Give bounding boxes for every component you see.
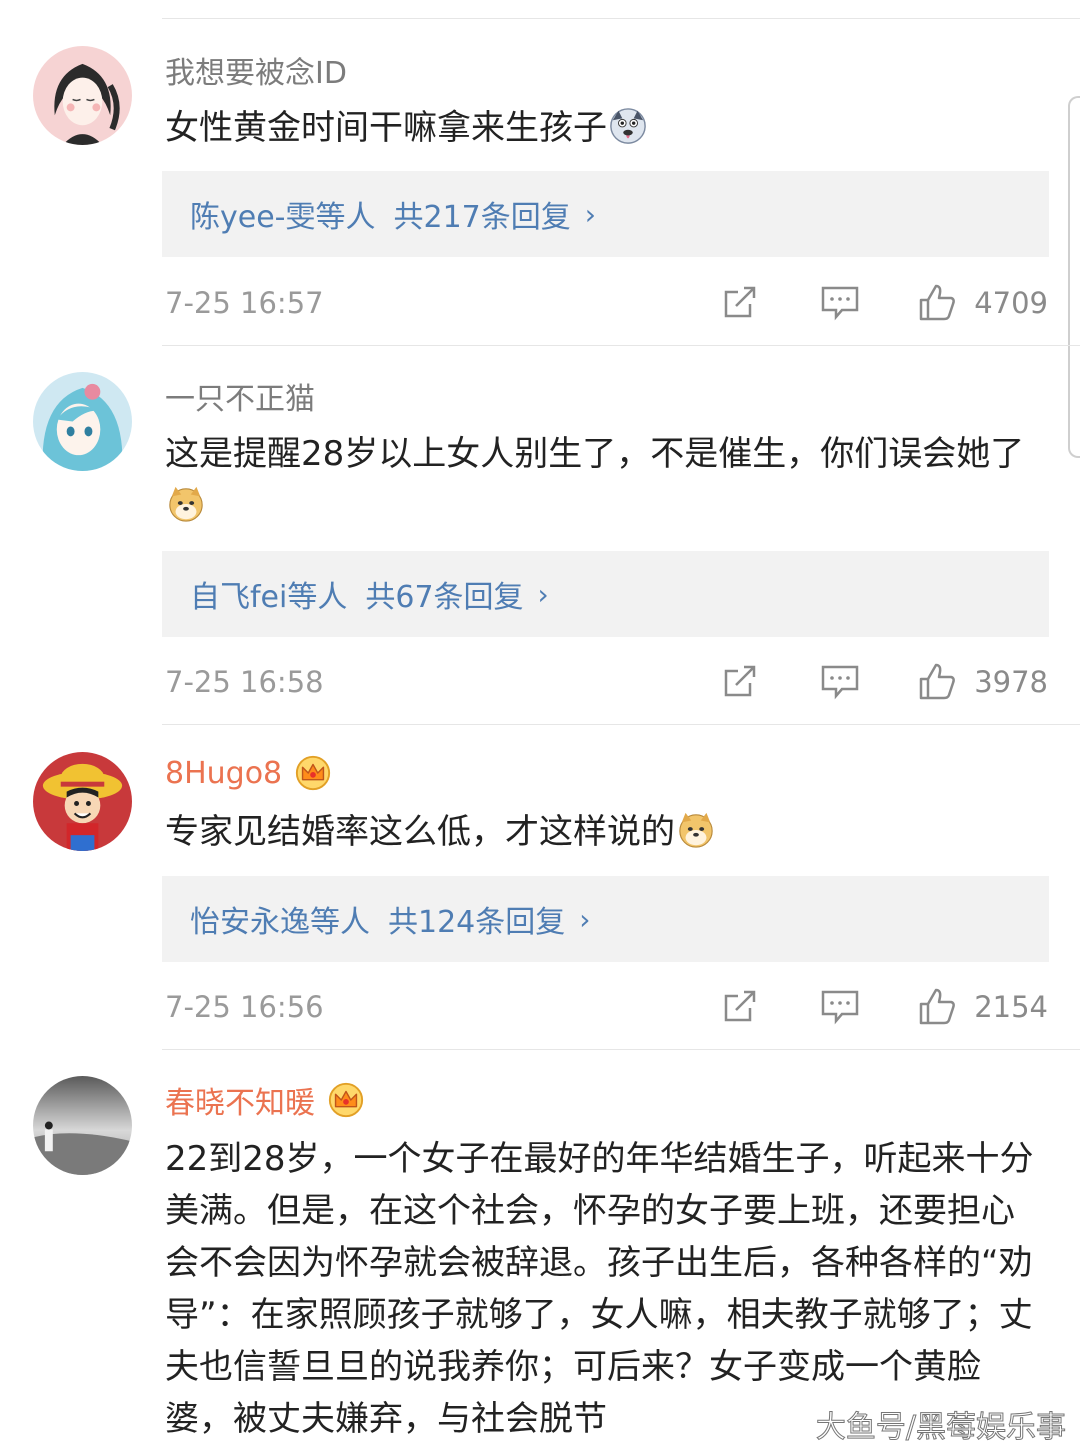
like-count: 4709 <box>974 286 1048 320</box>
like-count: 2154 <box>974 990 1048 1024</box>
chevron-right-icon: › <box>579 902 591 936</box>
reply-names[interactable]: 怡安永逸 <box>190 897 310 941</box>
comment-text-content: 女性黄金时间干嘛拿来生孩子 <box>165 108 607 148</box>
comment-text: 专家见结婚率这么低，才这样说的 <box>165 806 1045 858</box>
chevron-right-icon: › <box>584 197 596 231</box>
reply-etc: 等人 <box>315 200 376 235</box>
username[interactable]: 春晓不知暖 <box>165 1078 365 1122</box>
scrollbar[interactable] <box>1068 96 1080 458</box>
thumbs-up-icon[interactable] <box>917 986 957 1026</box>
divider <box>162 345 1080 346</box>
reply-count[interactable]: 共67条回复 <box>365 572 523 616</box>
reply-summary[interactable]: 自飞fei 等人 共67条回复 › <box>162 551 1049 637</box>
comment-text-content: 专家见结婚率这么低，才这样说的 <box>165 812 675 852</box>
vip-crown-icon <box>296 755 331 791</box>
share-icon[interactable] <box>720 661 760 701</box>
doge-emoji-icon <box>677 811 715 849</box>
divider <box>162 1049 1080 1050</box>
comment-text: 女性黄金时间干嘛拿来生孩子 <box>165 102 1045 154</box>
comment-icon[interactable] <box>820 282 860 322</box>
comment-text-content: 这是提醒28岁以上女人别生了，不是催生，你们误会她了 <box>165 434 1025 474</box>
reply-count[interactable]: 共217条回复 <box>394 192 571 236</box>
like-count: 3978 <box>974 665 1048 699</box>
watermark: 大鱼号/黑莓娱乐事 <box>815 1410 1066 1446</box>
comment-text: 这是提醒28岁以上女人别生了，不是催生，你们误会她了 <box>165 428 1045 532</box>
share-icon[interactable] <box>720 282 760 322</box>
timestamp: 7-25 16:57 <box>165 286 324 320</box>
username[interactable]: 一只不正猫 <box>165 374 315 418</box>
comment-meta: 7-25 16:58 3978 <box>165 661 1048 705</box>
divider <box>162 724 1080 725</box>
vip-crown-icon <box>328 1082 364 1118</box>
thumbs-up-icon[interactable] <box>917 282 957 322</box>
avatar[interactable] <box>33 752 132 851</box>
username-text[interactable]: 我想要被念ID <box>165 48 347 92</box>
reply-summary[interactable]: 陈yee-雯 等人 共217条回复 › <box>162 171 1049 257</box>
avatar[interactable] <box>33 372 132 471</box>
avatar[interactable] <box>33 1076 132 1175</box>
thumbs-up-icon[interactable] <box>917 661 957 701</box>
comment-icon[interactable] <box>820 661 860 701</box>
reply-summary[interactable]: 怡安永逸 等人 共124条回复 › <box>162 876 1049 962</box>
username[interactable]: 8Hugo8 <box>165 754 332 792</box>
top-divider <box>162 18 1080 19</box>
reply-etc: 等人 <box>287 580 348 615</box>
comment-icon[interactable] <box>820 986 860 1026</box>
chevron-right-icon: › <box>537 577 549 611</box>
timestamp: 7-25 16:56 <box>165 990 324 1024</box>
reply-etc: 等人 <box>310 905 370 940</box>
comment-meta: 7-25 16:56 2154 <box>165 986 1048 1030</box>
username[interactable]: 我想要被念ID <box>165 48 347 92</box>
reply-names[interactable]: 自飞fei <box>190 572 287 616</box>
comment-text: 22到28岁，一个女子在最好的年华结婚生子，听起来十分美满。但是，在这个社会，怀… <box>165 1133 1045 1445</box>
username-text[interactable]: 8Hugo8 <box>165 756 282 791</box>
share-icon[interactable] <box>720 986 760 1026</box>
comment-text-content: 22到28岁，一个女子在最好的年华结婚生子，听起来十分美满。但是，在这个社会，怀… <box>165 1139 1034 1439</box>
husky-dog-emoji-icon <box>609 107 647 145</box>
timestamp: 7-25 16:58 <box>165 665 324 699</box>
username-text[interactable]: 春晓不知暖 <box>165 1078 315 1122</box>
reply-names[interactable]: 陈yee-雯 <box>190 192 316 236</box>
doge-emoji-icon <box>167 485 205 523</box>
username-text[interactable]: 一只不正猫 <box>165 374 315 418</box>
comment-meta: 7-25 16:57 4709 <box>165 282 1048 326</box>
avatar[interactable] <box>33 46 132 145</box>
reply-count[interactable]: 共124条回复 <box>388 897 565 941</box>
